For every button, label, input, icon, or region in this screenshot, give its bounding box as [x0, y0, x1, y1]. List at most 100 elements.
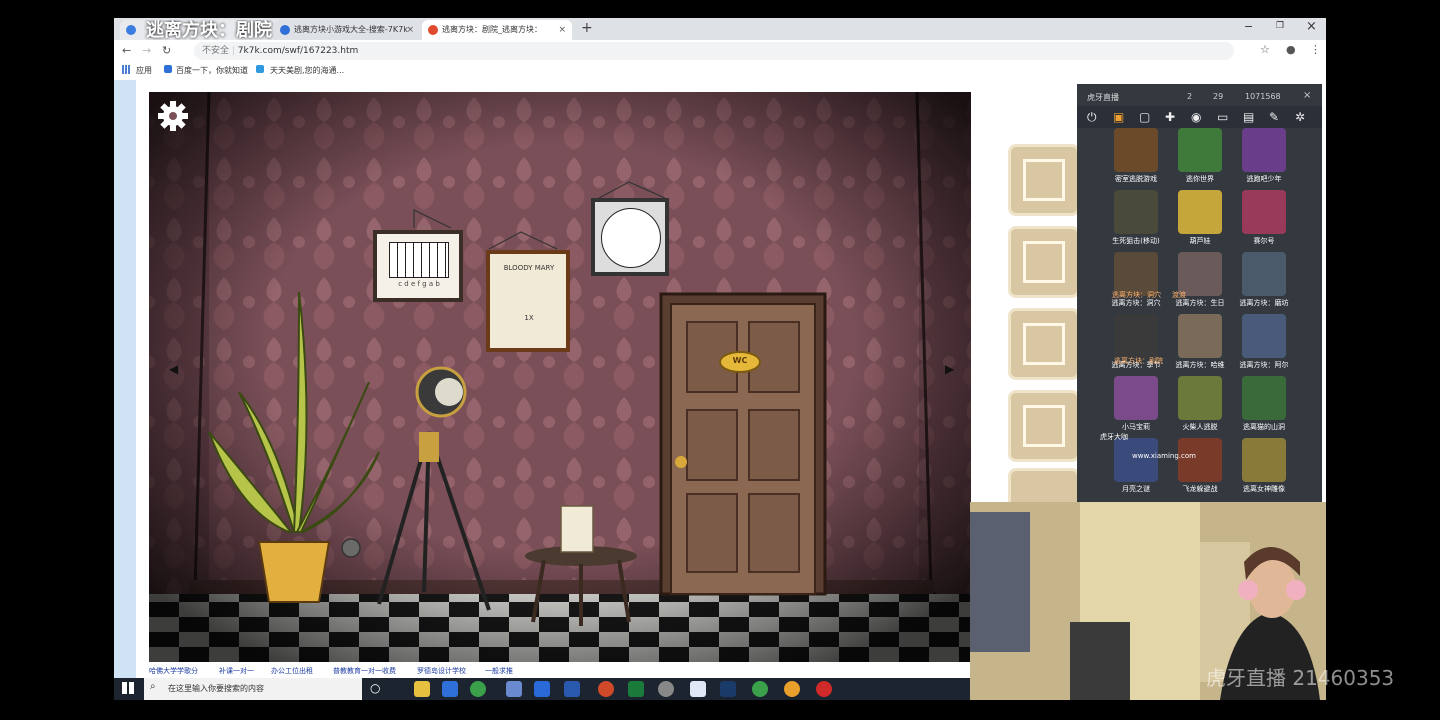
game-thumbnail[interactable]	[1178, 376, 1222, 420]
huya-icon[interactable]	[784, 681, 800, 697]
settings-icon[interactable]	[658, 681, 674, 697]
bookmark-star-icon[interactable]: ☆	[1260, 43, 1270, 56]
nav-left-arrow[interactable]: ◀	[169, 362, 178, 376]
store-icon[interactable]	[442, 681, 458, 697]
profile-icon[interactable]: ●	[1286, 43, 1296, 56]
game-thumbnail[interactable]	[1242, 128, 1286, 172]
ad-link[interactable]: 补课一对一	[219, 666, 254, 676]
game-thumbnail-label[interactable]: 密室逃脱游戏	[1101, 174, 1171, 184]
ad-link[interactable]: 一般求推	[485, 666, 513, 676]
game-thumbnail[interactable]	[1242, 376, 1286, 420]
game-thumbnail-label[interactable]: 逃跑吧少年	[1229, 174, 1299, 184]
chrome-icon[interactable]	[752, 681, 768, 697]
stat-viewers: 2	[1187, 92, 1193, 101]
powerpoint-icon[interactable]	[598, 681, 614, 697]
tab-video-title[interactable]: 逃离方块：剧院	[120, 20, 288, 40]
game-thumbnail-label[interactable]: 小马宝莉	[1101, 422, 1171, 432]
game-thumbnail[interactable]	[1242, 190, 1286, 234]
camera-icon[interactable]: ▭	[1217, 110, 1228, 124]
game-thumbnail-label[interactable]: 飞龙躲避战	[1165, 484, 1235, 494]
game-thumbnail[interactable]	[1242, 438, 1286, 482]
settings-gear-icon[interactable]	[149, 92, 197, 140]
reload-icon[interactable]: ↻	[162, 44, 171, 57]
ad-link[interactable]: 普教教育一对一收费	[333, 666, 396, 676]
game-thumbnail[interactable]	[1242, 252, 1286, 296]
game-thumbnail[interactable]	[1242, 314, 1286, 358]
user-icon[interactable]: ◉	[1191, 110, 1201, 124]
new-tab-button[interactable]: +	[581, 20, 593, 36]
tab-close-icon[interactable]: ×	[406, 20, 414, 40]
gear-icon[interactable]: ✲	[1295, 110, 1305, 124]
tab-close-icon[interactable]: ×	[558, 20, 566, 40]
game-thumbnail[interactable]	[1178, 190, 1222, 234]
cortana-icon[interactable]: ○	[370, 681, 380, 695]
tab-search[interactable]: 逃离方块小游戏大全-搜索-7K7k ×	[274, 20, 420, 40]
file-explorer-icon[interactable]	[414, 681, 430, 697]
netease-music-icon[interactable]	[816, 681, 832, 697]
excel-icon[interactable]	[628, 681, 644, 697]
windows-start-icon[interactable]	[122, 682, 134, 694]
photos-icon[interactable]	[506, 681, 522, 697]
game-thumbnail-label[interactable]: 生死狙击(移动)	[1101, 236, 1171, 246]
inventory-slot[interactable]	[1008, 308, 1080, 380]
game-thumbnail-label[interactable]: 逃离猫的山洞	[1229, 422, 1299, 432]
chat-icon[interactable]: ▣	[1113, 110, 1124, 124]
game-thumbnail[interactable]	[1114, 190, 1158, 234]
inventory-slot[interactable]	[1008, 468, 1080, 502]
nav-right-arrow[interactable]: ▶	[945, 362, 954, 376]
forward-arrow-icon[interactable]: →	[142, 44, 151, 57]
wc-door[interactable]	[661, 294, 825, 594]
maximize-button[interactable]: ❐	[1276, 21, 1284, 31]
piano-picture-frame[interactable]: c d e f g a b	[373, 230, 463, 302]
taskbar-search-box[interactable]: ⌕ 在这里输入你要搜索的内容	[144, 678, 362, 700]
ad-link[interactable]: 哈佛大学学歌分	[149, 666, 198, 676]
game-thumbnail-label[interactable]: 逃你世界	[1165, 174, 1235, 184]
inventory-slot[interactable]	[1008, 226, 1080, 298]
word-icon[interactable]	[564, 681, 580, 697]
apps-grid-icon[interactable]	[122, 65, 131, 74]
url-field[interactable]: 不安全 | 7k7k.com/swf/167223.htm	[194, 42, 1234, 60]
game-thumbnail-label[interactable]: 逃离方块：哈维	[1165, 360, 1235, 370]
ad-link[interactable]: 罗德岛设计学校	[417, 666, 466, 676]
minimize-button[interactable]: −	[1244, 20, 1253, 33]
bloody-mary-poster[interactable]: BLOODY MARY 1X	[486, 250, 570, 352]
menu-dots-icon[interactable]: ⋮	[1310, 43, 1321, 56]
game-thumbnail-label[interactable]: 月亮之谜	[1101, 484, 1171, 494]
app-icon[interactable]	[690, 681, 706, 697]
game-thumbnail-label[interactable]: 逃离方块：阿尔	[1229, 360, 1299, 370]
steam-icon[interactable]	[720, 681, 736, 697]
game-thumbnail[interactable]	[1178, 438, 1222, 482]
bookmark-apps[interactable]: 应用	[136, 65, 152, 76]
game-thumbnail-label[interactable]: 逃离女神雕像	[1229, 484, 1299, 494]
game-thumbnail-label[interactable]: 火柴人逃脱	[1165, 422, 1235, 432]
bookmarks-bar: 应用 百度一下，你就知道 天天美剧,您的海通...	[114, 62, 1326, 81]
gift-icon[interactable]: ✚	[1165, 110, 1175, 124]
game-thumbnail-label[interactable]: 逃离方块：磨坊	[1229, 298, 1299, 308]
back-arrow-icon[interactable]: ←	[122, 44, 131, 57]
wrench-icon[interactable]: ✎	[1269, 110, 1279, 124]
screen-icon[interactable]: ▢	[1139, 110, 1150, 124]
circle-puzzle-frame[interactable]	[591, 198, 669, 276]
overlay-close-icon[interactable]: ×	[1303, 90, 1311, 101]
game-thumbnail-label[interactable]: 葫芦娃	[1165, 236, 1235, 246]
game-thumbnail-label[interactable]: 赛尔号	[1229, 236, 1299, 246]
tab-game[interactable]: 逃离方块：剧院_逃离方块： ×	[422, 20, 572, 40]
inventory-slot[interactable]	[1008, 390, 1080, 462]
ad-link[interactable]: 办公工位出租	[271, 666, 313, 676]
game-canvas[interactable]: c d e f g a b BLOODY MARY 1X WC ◀ ▶	[149, 92, 971, 662]
power-icon[interactable]: ⏻	[1087, 110, 1097, 125]
game-thumbnail[interactable]	[1114, 376, 1158, 420]
game-thumbnail[interactable]	[1114, 438, 1158, 482]
game-thumbnail[interactable]	[1178, 128, 1222, 172]
close-window-button[interactable]: ×	[1306, 19, 1317, 34]
puzzle-wheel-icon	[601, 208, 661, 268]
game-thumbnail[interactable]	[1114, 128, 1158, 172]
bookmark-baidu[interactable]: 百度一下，你就知道	[176, 65, 248, 76]
record-icon[interactable]: ▤	[1243, 110, 1254, 124]
bookmark-meiju[interactable]: 天天美剧,您的海通...	[270, 65, 344, 76]
browser-360-icon[interactable]	[470, 681, 486, 697]
inventory-slot[interactable]	[1008, 144, 1080, 216]
game-thumbnail[interactable]	[1114, 314, 1158, 358]
game-thumbnail[interactable]	[1178, 314, 1222, 358]
mail-icon[interactable]	[534, 681, 550, 697]
